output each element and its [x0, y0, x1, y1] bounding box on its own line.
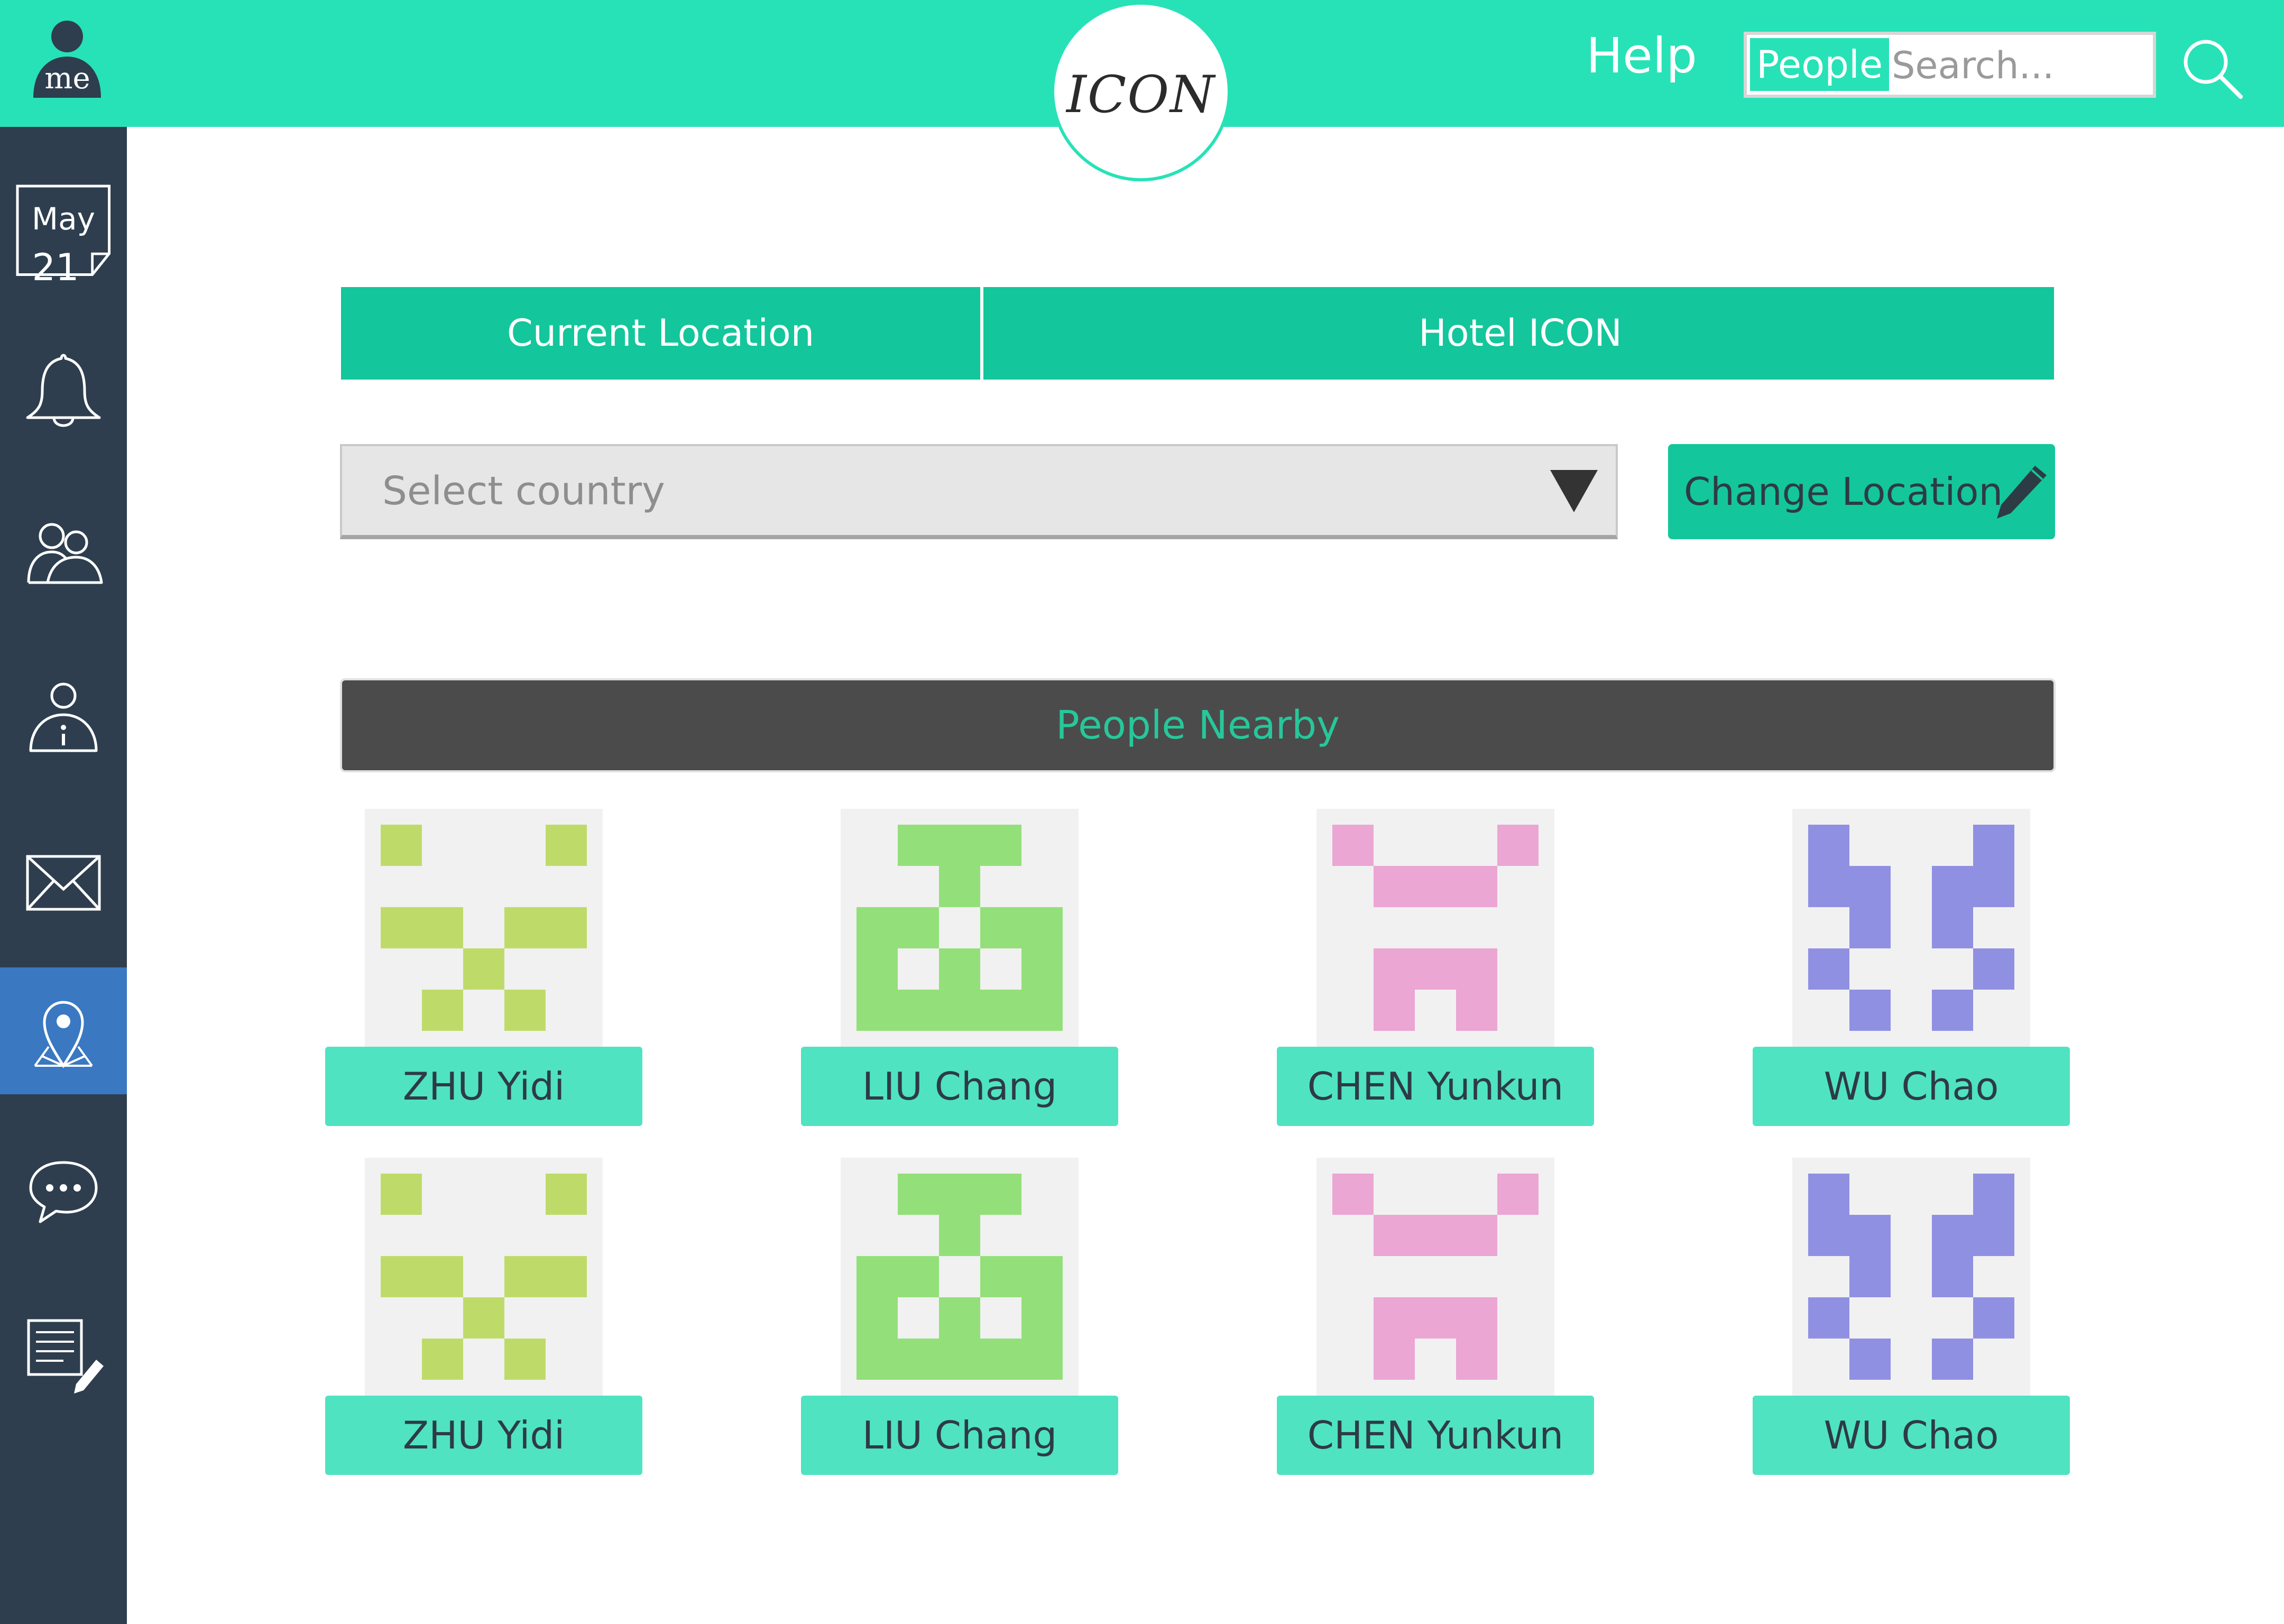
- calendar-month: May: [32, 201, 95, 237]
- sidebar-item-chat[interactable]: [0, 1129, 127, 1256]
- logo-text: ICON: [1066, 65, 1216, 124]
- envelope-icon: [26, 855, 101, 911]
- country-select[interactable]: Select country: [340, 444, 1618, 539]
- edit-note-icon: [27, 1319, 104, 1394]
- identicon-zhu: [381, 825, 587, 1031]
- help-link[interactable]: Help: [1586, 29, 1697, 82]
- change-location-label: Change Location: [1684, 469, 2003, 514]
- search-icon[interactable]: [2178, 34, 2244, 100]
- current-location-label: Current Location: [341, 287, 983, 380]
- person-card[interactable]: CHEN Yunkun: [1277, 1158, 1594, 1475]
- identicon-liu: [856, 825, 1063, 1031]
- search-box: People: [1744, 32, 2156, 98]
- map-pin-icon: [34, 1001, 93, 1068]
- dropdown-arrow-icon: [1550, 470, 1598, 512]
- profile-label: me: [44, 61, 90, 96]
- search-input[interactable]: [1892, 39, 2145, 92]
- bell-icon: [26, 354, 101, 427]
- person-card[interactable]: LIU Chang: [801, 809, 1118, 1126]
- current-location-bar: Current Location Hotel ICON: [341, 287, 2054, 380]
- profile-button[interactable]: me: [29, 19, 106, 100]
- person-name: CHEN Yunkun: [1277, 1047, 1594, 1126]
- person-name: WU Chao: [1753, 1396, 2070, 1475]
- person-card[interactable]: ZHU Yidi: [325, 1158, 642, 1475]
- person-name: ZHU Yidi: [325, 1396, 642, 1475]
- identicon-wu: [1808, 825, 2014, 1031]
- sidebar: May 21: [0, 127, 127, 1624]
- identicon-zhu: [381, 1174, 587, 1380]
- avatar: [1792, 809, 2030, 1047]
- person-card[interactable]: WU Chao: [1753, 809, 2070, 1126]
- person-card[interactable]: ZHU Yidi: [325, 809, 642, 1126]
- search-scope-selector[interactable]: People: [1750, 38, 1890, 91]
- identicon-wu: [1808, 1174, 2014, 1380]
- person-card[interactable]: WU Chao: [1753, 1158, 2070, 1475]
- current-location-value: Hotel ICON: [1419, 311, 1622, 355]
- avatar: [841, 809, 1079, 1047]
- person-name: ZHU Yidi: [325, 1047, 642, 1126]
- people-icon: [27, 523, 103, 584]
- avatar: [1316, 809, 1554, 1047]
- person-name: WU Chao: [1753, 1047, 2070, 1126]
- user-info-icon: [29, 682, 98, 752]
- calendar-day: 21: [32, 246, 79, 289]
- sidebar-item-location[interactable]: [0, 967, 127, 1094]
- identicon-liu: [856, 1174, 1063, 1380]
- sidebar-item-notifications[interactable]: [0, 328, 127, 455]
- chat-bubble-icon: [29, 1161, 98, 1223]
- people-nearby-title: People Nearby: [1056, 703, 1340, 748]
- person-name: LIU Chang: [801, 1396, 1118, 1475]
- people-nearby-header: People Nearby: [340, 678, 2056, 772]
- person-card[interactable]: LIU Chang: [801, 1158, 1118, 1475]
- avatar: [841, 1158, 1079, 1396]
- avatar: [1792, 1158, 2030, 1396]
- avatar: [365, 1158, 603, 1396]
- sidebar-item-calendar[interactable]: May 21: [0, 159, 127, 289]
- avatar: [1316, 1158, 1554, 1396]
- pencil-icon: [1997, 466, 2047, 519]
- identicon-chen: [1332, 1174, 1539, 1380]
- avatar: [365, 809, 603, 1047]
- sidebar-item-notes[interactable]: [0, 1290, 127, 1417]
- country-select-placeholder: Select country: [382, 468, 665, 514]
- sidebar-item-mail[interactable]: [0, 819, 127, 946]
- sidebar-item-profile-info[interactable]: [0, 656, 127, 782]
- identicon-chen: [1332, 825, 1539, 1031]
- person-name: CHEN Yunkun: [1277, 1396, 1594, 1475]
- person-name: LIU Chang: [801, 1047, 1118, 1126]
- app-logo: ICON: [1051, 2, 1231, 181]
- sidebar-item-contacts[interactable]: [0, 492, 127, 619]
- change-location-button[interactable]: Change Location: [1668, 444, 2055, 539]
- person-card[interactable]: CHEN Yunkun: [1277, 809, 1594, 1126]
